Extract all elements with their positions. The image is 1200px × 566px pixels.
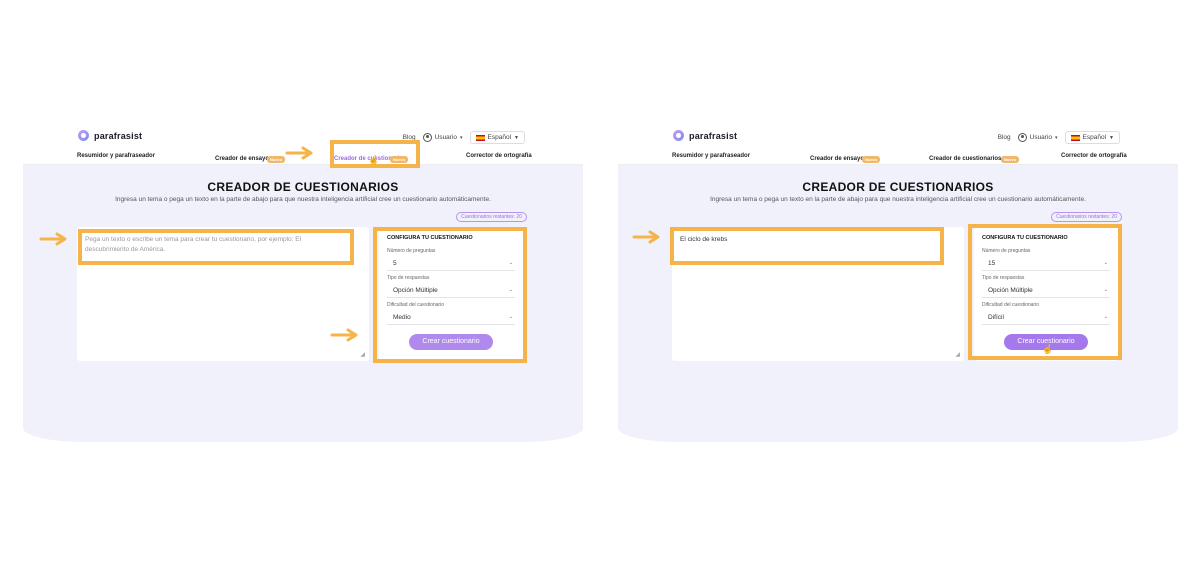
language-label: Español (487, 134, 512, 141)
nav-item-resumidor[interactable]: Resumidor y parafraseador (672, 153, 750, 159)
highlight-config (968, 224, 1122, 360)
new-badge: Nuevo (1001, 156, 1020, 163)
resize-handle-icon[interactable]: ◢ (360, 351, 365, 358)
pointer-cursor-icon: ☝ (1042, 344, 1054, 354)
spain-flag-icon (1070, 134, 1080, 141)
new-badge: Nuevo (862, 156, 881, 163)
user-icon (422, 133, 432, 142)
header-actions: Blog Usuario ▾ Español ▼ (403, 131, 525, 144)
brand-logo[interactable]: parafrasist (673, 130, 737, 141)
brand-logo[interactable]: parafrasist (78, 130, 142, 141)
nav-item-label: Creador de cuestionarios (929, 156, 1002, 162)
top-header: parafrasist Blog Usuario ▾ Español ▼ Res… (618, 124, 1178, 165)
quota-badge: Cuestionarios restantes: 20 (1051, 212, 1122, 222)
nav-item-resumidor[interactable]: Resumidor y parafraseador (77, 153, 155, 159)
nav-item-corrector[interactable]: Corrector de ortografía (1061, 153, 1127, 159)
resize-handle-icon[interactable]: ◢ (955, 351, 960, 358)
page-title: CREADOR DE CUESTIONARIOS (802, 180, 994, 194)
blog-link[interactable]: Blog (998, 134, 1011, 141)
user-icon (1017, 133, 1027, 142)
user-label: Usuario (434, 134, 458, 141)
user-label: Usuario (1029, 134, 1053, 141)
nav-item-label: Creador de ensayos (810, 156, 868, 162)
logo-icon (78, 130, 89, 141)
screenshot-left: parafrasist Blog Usuario ▾ Español ▼ Res… (23, 124, 583, 442)
arrow-right-icon (632, 230, 662, 244)
highlight-input (78, 229, 354, 265)
main-nav: Resumidor y parafraseador Creador de ens… (618, 150, 1178, 164)
chevron-down-icon: ▼ (1109, 134, 1114, 141)
language-selector[interactable]: Español ▼ (469, 131, 525, 144)
brand-name: parafrasist (94, 130, 143, 141)
new-badge: Nuevo (267, 156, 286, 163)
header-actions: Blog Usuario ▾ Español ▼ (998, 131, 1120, 144)
logo-icon (673, 130, 684, 141)
highlight-config (373, 227, 527, 363)
language-selector[interactable]: Español ▼ (1064, 131, 1120, 144)
highlight-input (670, 227, 944, 265)
page-subtitle: Ingresa un tema o pega un texto en la pa… (710, 196, 1086, 203)
screenshot-right: parafrasist Blog Usuario ▾ Español ▼ Res… (618, 124, 1178, 442)
brand-name: parafrasist (689, 130, 738, 141)
chevron-down-icon: ▼ (514, 134, 519, 141)
quota-badge: Cuestionarios restantes: 20 (456, 212, 527, 222)
arrow-right-icon (285, 146, 315, 160)
nav-item-corrector[interactable]: Corrector de ortografía (466, 153, 532, 159)
user-menu[interactable]: Usuario ▾ (422, 133, 463, 142)
user-menu[interactable]: Usuario ▾ (1017, 133, 1058, 142)
arrow-right-icon (330, 328, 360, 342)
page-subtitle: Ingresa un tema o pega un texto en la pa… (115, 196, 491, 203)
chevron-down-icon: ▾ (460, 134, 463, 141)
page-title: CREADOR DE CUESTIONARIOS (207, 180, 399, 194)
arrow-right-icon (39, 232, 69, 246)
spain-flag-icon (475, 134, 485, 141)
nav-item-label: Creador de ensayos (215, 156, 273, 162)
language-label: Español (1082, 134, 1107, 141)
pointer-cursor-icon: ☝ (368, 155, 380, 165)
chevron-down-icon: ▾ (1055, 134, 1058, 141)
